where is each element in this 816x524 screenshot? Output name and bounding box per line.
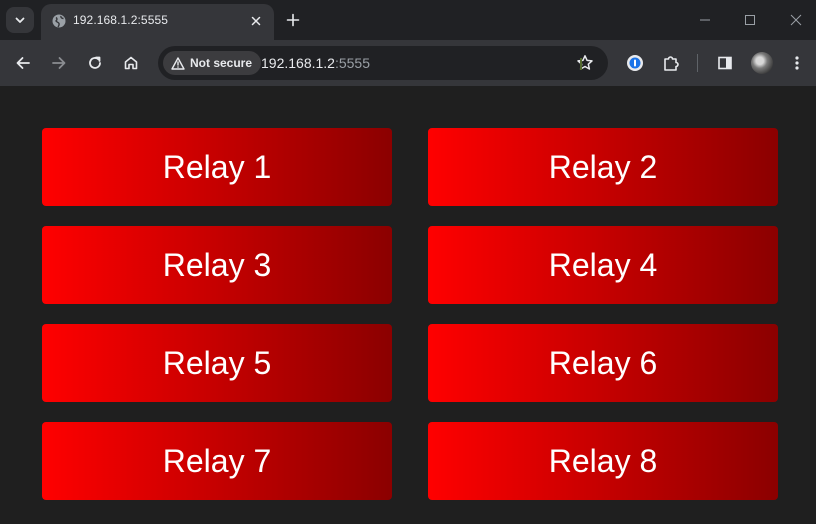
minimize-icon: [700, 19, 710, 21]
toolbar-divider: [697, 54, 698, 72]
new-tab-button[interactable]: [283, 10, 303, 30]
maximize-button[interactable]: [738, 8, 762, 32]
browser-menu-button[interactable]: [785, 51, 809, 75]
password-manager-icon: [627, 55, 643, 71]
close-icon: [251, 16, 261, 26]
plus-icon: [286, 13, 300, 27]
close-tab-button[interactable]: [247, 12, 265, 30]
arrow-right-icon: [52, 57, 66, 69]
relay-4-button[interactable]: Relay 4: [428, 226, 778, 304]
page-content: Relay 1 Relay 2 Relay 3 Relay 4 Relay 5 …: [0, 86, 816, 524]
warning-icon: [171, 56, 185, 70]
bookmark-button[interactable]: [573, 51, 597, 75]
security-chip[interactable]: Not secure: [163, 51, 262, 75]
url-port: :5555: [334, 55, 371, 71]
relay-2-button[interactable]: Relay 2: [428, 128, 778, 206]
relay-grid: Relay 1 Relay 2 Relay 3 Relay 4 Relay 5 …: [42, 128, 778, 500]
extensions-button[interactable]: [659, 51, 683, 75]
relay-8-button[interactable]: Relay 8: [428, 422, 778, 500]
relay-1-button[interactable]: Relay 1: [42, 128, 392, 206]
minimize-button[interactable]: [693, 8, 717, 32]
reload-icon: [89, 56, 101, 69]
reload-button[interactable]: [83, 51, 107, 75]
kebab-menu-icon: [795, 56, 799, 70]
home-button[interactable]: [119, 51, 143, 75]
avatar[interactable]: [751, 52, 773, 74]
tab-search-button[interactable]: [6, 7, 34, 33]
tab-strip: 192.168.1.2:5555: [0, 0, 816, 40]
url-host: 192.168.1.2: [261, 55, 335, 71]
toolbar-mark: [580, 58, 582, 70]
close-window-button[interactable]: [784, 8, 808, 32]
address-bar[interactable]: Not secure 192.168.1.2:5555: [158, 46, 608, 80]
password-manager-button[interactable]: [623, 51, 647, 75]
relay-3-button[interactable]: Relay 3: [42, 226, 392, 304]
tab-title: 192.168.1.2:5555: [73, 13, 169, 27]
arrow-left-icon: [16, 57, 30, 69]
chevron-down-icon: [15, 17, 25, 23]
relay-6-button[interactable]: Relay 6: [428, 324, 778, 402]
security-label: Not secure: [190, 56, 253, 70]
relay-7-button[interactable]: Relay 7: [42, 422, 392, 500]
side-panel-icon: [718, 56, 732, 70]
url-text: 192.168.1.2:5555: [261, 55, 370, 71]
side-panel-button[interactable]: [713, 51, 737, 75]
globe-icon: [52, 14, 66, 28]
puzzle-icon: [664, 56, 679, 71]
browser-toolbar: Not secure 192.168.1.2:5555: [0, 40, 816, 86]
star-icon: [577, 55, 593, 70]
back-button[interactable]: [11, 51, 35, 75]
home-icon: [124, 56, 138, 70]
browser-tab[interactable]: 192.168.1.2:5555: [41, 4, 274, 40]
relay-5-button[interactable]: Relay 5: [42, 324, 392, 402]
close-icon: [790, 14, 802, 26]
maximize-icon: [745, 15, 755, 25]
forward-button[interactable]: [47, 51, 71, 75]
